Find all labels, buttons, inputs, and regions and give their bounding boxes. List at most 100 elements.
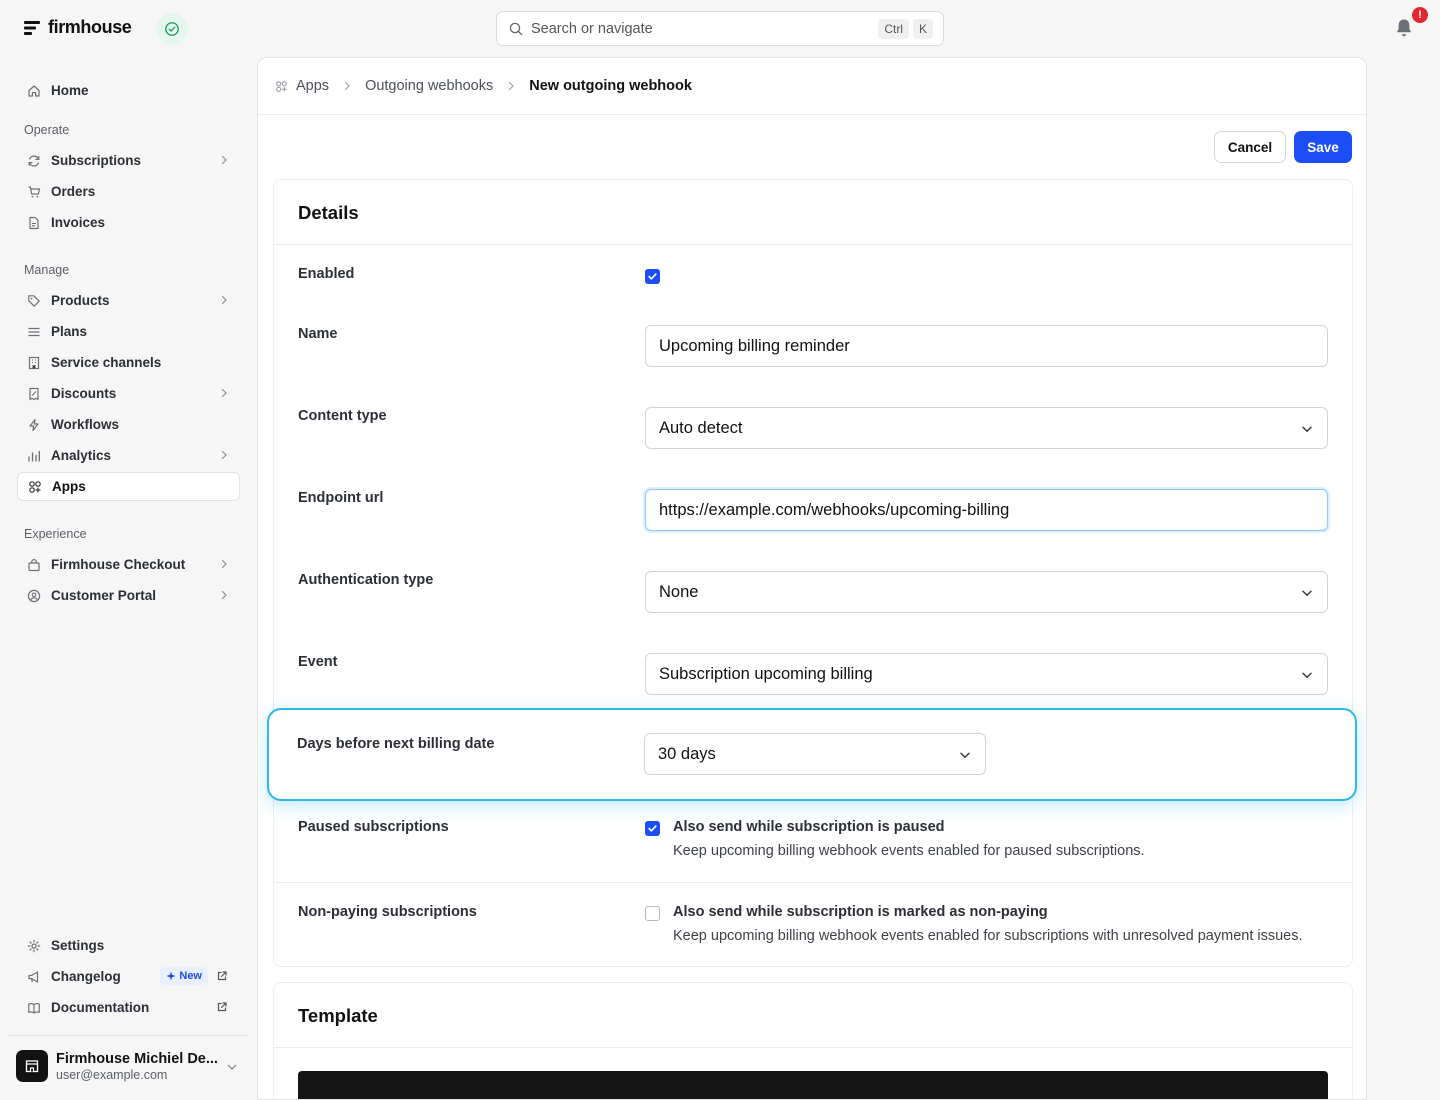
- cart-icon: [27, 185, 41, 199]
- sidebar-item-workflows[interactable]: Workflows: [17, 410, 240, 439]
- sidebar-item-label: Orders: [51, 184, 96, 199]
- sidebar-item-changelog[interactable]: Changelog New: [17, 962, 240, 991]
- chart-icon: [27, 449, 41, 463]
- notification-badge: !: [1412, 7, 1428, 23]
- sidebar-item-label: Customer Portal: [51, 588, 157, 603]
- sidebar-item-label: Discounts: [51, 386, 117, 401]
- sidebar-item-home[interactable]: Home: [17, 76, 240, 105]
- chevron-right-icon: [221, 559, 227, 569]
- sidebar-section-manage: Manage: [24, 263, 70, 277]
- sidebar: Home Operate Subscriptions Orders Invoic…: [0, 70, 256, 1100]
- gear-icon: [27, 939, 41, 953]
- paused-option-description: Keep upcoming billing webhook events ena…: [673, 843, 1145, 859]
- sidebar-item-documentation[interactable]: Documentation: [17, 993, 240, 1022]
- card-divider: [274, 882, 1352, 883]
- endpoint-url-input[interactable]: https://example.com/webhooks/upcoming-bi…: [645, 489, 1328, 531]
- sidebar-item-settings[interactable]: Settings: [17, 931, 240, 960]
- nonpaying-option-description: Keep upcoming billing webhook events ena…: [673, 928, 1303, 944]
- save-button[interactable]: Save: [1294, 131, 1352, 163]
- building-icon: [27, 356, 41, 370]
- sidebar-item-firmhouse-checkout[interactable]: Firmhouse Checkout: [17, 550, 240, 579]
- name-input[interactable]: Upcoming billing reminder: [645, 325, 1328, 367]
- chevron-down-icon: [1302, 590, 1312, 597]
- nonpaying-checkbox[interactable]: [645, 906, 660, 921]
- sidebar-item-invoices[interactable]: Invoices: [17, 208, 240, 237]
- nonpaying-option-title: Also send while subscription is marked a…: [673, 904, 1048, 920]
- chevron-right-icon: [221, 295, 227, 305]
- apps-icon: [276, 80, 287, 92]
- home-icon: [27, 84, 41, 98]
- shortcut-key-k: K: [912, 18, 933, 39]
- chevron-right-icon: [221, 590, 227, 600]
- shopping-bag-icon: [27, 558, 41, 572]
- cancel-button[interactable]: Cancel: [1214, 131, 1286, 163]
- name-label: Name: [298, 326, 338, 342]
- sidebar-item-apps[interactable]: Apps: [17, 472, 240, 501]
- card-divider: [274, 244, 1352, 245]
- auth-type-select[interactable]: None: [645, 571, 1328, 613]
- sidebar-item-products[interactable]: Products: [17, 286, 240, 315]
- breadcrumb-current: New outgoing webhook: [529, 78, 692, 94]
- firmhouse-logo-icon: [24, 20, 40, 35]
- global-search[interactable]: Search or navigate Ctrl K: [496, 11, 944, 46]
- account-name: Firmhouse Michiel De...: [56, 1050, 218, 1067]
- days-before-label: Days before next billing date: [297, 736, 495, 752]
- sidebar-item-orders[interactable]: Orders: [17, 177, 240, 206]
- sidebar-item-label: Firmhouse Checkout: [51, 557, 186, 572]
- chevron-down-icon: [227, 1064, 237, 1070]
- main-panel: Apps Outgoing webhooks New outgoing webh…: [257, 57, 1367, 1100]
- sidebar-item-label: Service channels: [51, 355, 162, 370]
- nonpaying-label: Non-paying subscriptions: [298, 904, 477, 920]
- sidebar-item-plans[interactable]: Plans: [17, 317, 240, 346]
- paused-label: Paused subscriptions: [298, 819, 449, 835]
- sidebar-item-discounts[interactable]: Discounts: [17, 379, 240, 408]
- chevron-right-icon: [509, 81, 515, 91]
- days-before-select[interactable]: 30 days: [644, 733, 986, 775]
- sidebar-item-subscriptions[interactable]: Subscriptions: [17, 146, 240, 175]
- event-value: Subscription upcoming billing: [659, 664, 873, 683]
- account-switcher[interactable]: Firmhouse Michiel De... user@example.com: [16, 1049, 246, 1083]
- brand-logo[interactable]: firmhouse: [24, 17, 132, 38]
- sidebar-section-operate: Operate: [24, 123, 70, 137]
- sidebar-item-customer-portal[interactable]: Customer Portal: [17, 581, 240, 610]
- megaphone-icon: [27, 970, 41, 984]
- paused-checkbox[interactable]: [645, 821, 660, 836]
- sidebar-section-experience: Experience: [24, 527, 87, 541]
- days-before-value: 30 days: [658, 744, 716, 763]
- content-type-select[interactable]: Auto detect: [645, 407, 1328, 449]
- sidebar-item-label: Invoices: [51, 215, 106, 230]
- enabled-checkbox[interactable]: [645, 269, 660, 284]
- details-card: Details Enabled Name Upcoming billing re…: [273, 179, 1353, 967]
- chevron-down-icon: [960, 752, 970, 759]
- user-circle-icon: [27, 589, 41, 603]
- card-divider: [274, 1047, 1352, 1048]
- details-title: Details: [298, 202, 359, 223]
- tag-icon: [27, 294, 41, 308]
- new-badge: New: [160, 967, 208, 985]
- content-type-label: Content type: [298, 408, 387, 424]
- new-badge-label: New: [179, 970, 202, 982]
- sidebar-item-label: Changelog: [51, 969, 121, 984]
- brand-name: firmhouse: [48, 17, 132, 37]
- sidebar-item-service-channels[interactable]: Service channels: [17, 348, 240, 377]
- breadcrumb: Apps Outgoing webhooks New outgoing webh…: [258, 58, 1366, 115]
- check-icon: [648, 825, 657, 832]
- search-placeholder: Search or navigate: [531, 20, 653, 37]
- chevron-down-icon: [1302, 672, 1312, 679]
- notification-bell-icon[interactable]: [1395, 18, 1413, 38]
- sidebar-item-label: Subscriptions: [51, 153, 142, 168]
- account-email: user@example.com: [56, 1067, 168, 1082]
- shortcut-key-ctrl: Ctrl: [878, 18, 909, 39]
- stack-icon: [27, 325, 41, 339]
- breadcrumb-apps[interactable]: Apps: [296, 78, 329, 94]
- system-status-indicator[interactable]: [156, 13, 188, 45]
- chevron-down-icon: [1302, 426, 1312, 433]
- external-link-icon: [217, 971, 227, 981]
- event-select[interactable]: Subscription upcoming billing: [645, 653, 1328, 695]
- check-circle-icon: [165, 22, 179, 36]
- breadcrumb-outgoing-webhooks[interactable]: Outgoing webhooks: [365, 78, 493, 94]
- external-link-icon: [217, 1002, 227, 1012]
- template-code-editor[interactable]: [298, 1071, 1328, 1099]
- content-type-value: Auto detect: [659, 418, 743, 437]
- sidebar-item-analytics[interactable]: Analytics: [17, 441, 240, 470]
